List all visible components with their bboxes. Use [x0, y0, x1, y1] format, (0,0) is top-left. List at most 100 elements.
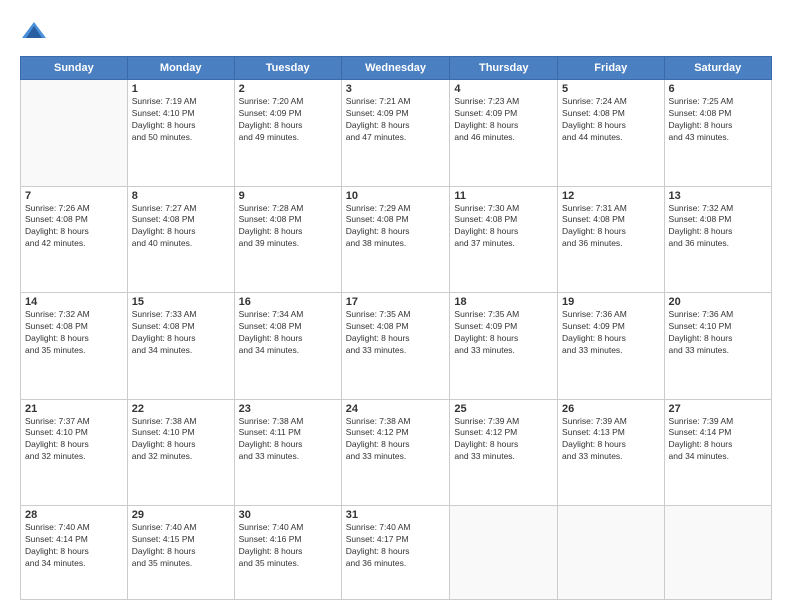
- day-info: Sunrise: 7:23 AM Sunset: 4:09 PM Dayligh…: [454, 96, 553, 144]
- calendar-cell: [664, 506, 771, 600]
- day-number: 6: [669, 83, 767, 95]
- day-info: Sunrise: 7:24 AM Sunset: 4:08 PM Dayligh…: [562, 96, 659, 144]
- day-number: 27: [669, 403, 767, 415]
- day-number: 14: [25, 296, 123, 308]
- calendar-cell: 29Sunrise: 7:40 AM Sunset: 4:15 PM Dayli…: [127, 506, 234, 600]
- day-info: Sunrise: 7:32 AM Sunset: 4:08 PM Dayligh…: [669, 203, 767, 251]
- day-info: Sunrise: 7:33 AM Sunset: 4:08 PM Dayligh…: [132, 309, 230, 357]
- day-info: Sunrise: 7:29 AM Sunset: 4:08 PM Dayligh…: [346, 203, 446, 251]
- calendar-week-row: 28Sunrise: 7:40 AM Sunset: 4:14 PM Dayli…: [21, 506, 772, 600]
- day-info: Sunrise: 7:31 AM Sunset: 4:08 PM Dayligh…: [562, 203, 659, 251]
- header-tuesday: Tuesday: [234, 57, 341, 80]
- calendar-week-row: 21Sunrise: 7:37 AM Sunset: 4:10 PM Dayli…: [21, 399, 772, 506]
- day-number: 20: [669, 296, 767, 308]
- calendar-cell: 18Sunrise: 7:35 AM Sunset: 4:09 PM Dayli…: [450, 293, 558, 400]
- weekday-header-row: Sunday Monday Tuesday Wednesday Thursday…: [21, 57, 772, 80]
- calendar-cell: 5Sunrise: 7:24 AM Sunset: 4:08 PM Daylig…: [558, 80, 664, 187]
- calendar-cell: 25Sunrise: 7:39 AM Sunset: 4:12 PM Dayli…: [450, 399, 558, 506]
- logo-icon: [20, 18, 48, 46]
- calendar-cell: 4Sunrise: 7:23 AM Sunset: 4:09 PM Daylig…: [450, 80, 558, 187]
- day-info: Sunrise: 7:40 AM Sunset: 4:15 PM Dayligh…: [132, 522, 230, 570]
- day-number: 16: [239, 296, 337, 308]
- calendar-cell: 28Sunrise: 7:40 AM Sunset: 4:14 PM Dayli…: [21, 506, 128, 600]
- calendar-cell: 31Sunrise: 7:40 AM Sunset: 4:17 PM Dayli…: [341, 506, 450, 600]
- header-wednesday: Wednesday: [341, 57, 450, 80]
- calendar-cell: 17Sunrise: 7:35 AM Sunset: 4:08 PM Dayli…: [341, 293, 450, 400]
- calendar-week-row: 7Sunrise: 7:26 AM Sunset: 4:08 PM Daylig…: [21, 186, 772, 293]
- day-number: 30: [239, 509, 337, 521]
- calendar-cell: [558, 506, 664, 600]
- day-info: Sunrise: 7:36 AM Sunset: 4:10 PM Dayligh…: [669, 309, 767, 357]
- calendar-cell: 2Sunrise: 7:20 AM Sunset: 4:09 PM Daylig…: [234, 80, 341, 187]
- day-info: Sunrise: 7:26 AM Sunset: 4:08 PM Dayligh…: [25, 203, 123, 251]
- day-info: Sunrise: 7:40 AM Sunset: 4:14 PM Dayligh…: [25, 522, 123, 570]
- calendar-cell: 13Sunrise: 7:32 AM Sunset: 4:08 PM Dayli…: [664, 186, 771, 293]
- calendar-cell: 20Sunrise: 7:36 AM Sunset: 4:10 PM Dayli…: [664, 293, 771, 400]
- day-number: 7: [25, 190, 123, 202]
- calendar-cell: 23Sunrise: 7:38 AM Sunset: 4:11 PM Dayli…: [234, 399, 341, 506]
- day-info: Sunrise: 7:40 AM Sunset: 4:16 PM Dayligh…: [239, 522, 337, 570]
- day-number: 11: [454, 190, 553, 202]
- day-number: 17: [346, 296, 446, 308]
- calendar-cell: 10Sunrise: 7:29 AM Sunset: 4:08 PM Dayli…: [341, 186, 450, 293]
- day-number: 22: [132, 403, 230, 415]
- calendar-cell: 14Sunrise: 7:32 AM Sunset: 4:08 PM Dayli…: [21, 293, 128, 400]
- header-thursday: Thursday: [450, 57, 558, 80]
- day-info: Sunrise: 7:38 AM Sunset: 4:11 PM Dayligh…: [239, 416, 337, 464]
- calendar-cell: 26Sunrise: 7:39 AM Sunset: 4:13 PM Dayli…: [558, 399, 664, 506]
- day-number: 9: [239, 190, 337, 202]
- day-info: Sunrise: 7:39 AM Sunset: 4:14 PM Dayligh…: [669, 416, 767, 464]
- calendar-cell: 12Sunrise: 7:31 AM Sunset: 4:08 PM Dayli…: [558, 186, 664, 293]
- day-number: 4: [454, 83, 553, 95]
- calendar-cell: 27Sunrise: 7:39 AM Sunset: 4:14 PM Dayli…: [664, 399, 771, 506]
- calendar-cell: 7Sunrise: 7:26 AM Sunset: 4:08 PM Daylig…: [21, 186, 128, 293]
- day-info: Sunrise: 7:38 AM Sunset: 4:12 PM Dayligh…: [346, 416, 446, 464]
- day-info: Sunrise: 7:35 AM Sunset: 4:09 PM Dayligh…: [454, 309, 553, 357]
- calendar-cell: 11Sunrise: 7:30 AM Sunset: 4:08 PM Dayli…: [450, 186, 558, 293]
- day-info: Sunrise: 7:38 AM Sunset: 4:10 PM Dayligh…: [132, 416, 230, 464]
- day-number: 21: [25, 403, 123, 415]
- calendar-cell: 22Sunrise: 7:38 AM Sunset: 4:10 PM Dayli…: [127, 399, 234, 506]
- day-number: 24: [346, 403, 446, 415]
- day-info: Sunrise: 7:39 AM Sunset: 4:12 PM Dayligh…: [454, 416, 553, 464]
- calendar-cell: 24Sunrise: 7:38 AM Sunset: 4:12 PM Dayli…: [341, 399, 450, 506]
- day-number: 5: [562, 83, 659, 95]
- calendar-cell: 15Sunrise: 7:33 AM Sunset: 4:08 PM Dayli…: [127, 293, 234, 400]
- calendar-cell: 6Sunrise: 7:25 AM Sunset: 4:08 PM Daylig…: [664, 80, 771, 187]
- day-number: 2: [239, 83, 337, 95]
- day-number: 10: [346, 190, 446, 202]
- calendar: Sunday Monday Tuesday Wednesday Thursday…: [20, 56, 772, 600]
- header: [20, 18, 772, 46]
- day-info: Sunrise: 7:40 AM Sunset: 4:17 PM Dayligh…: [346, 522, 446, 570]
- day-number: 1: [132, 83, 230, 95]
- day-number: 23: [239, 403, 337, 415]
- day-number: 12: [562, 190, 659, 202]
- header-saturday: Saturday: [664, 57, 771, 80]
- day-number: 13: [669, 190, 767, 202]
- calendar-cell: 9Sunrise: 7:28 AM Sunset: 4:08 PM Daylig…: [234, 186, 341, 293]
- day-info: Sunrise: 7:20 AM Sunset: 4:09 PM Dayligh…: [239, 96, 337, 144]
- calendar-cell: 16Sunrise: 7:34 AM Sunset: 4:08 PM Dayli…: [234, 293, 341, 400]
- calendar-cell: [21, 80, 128, 187]
- day-info: Sunrise: 7:32 AM Sunset: 4:08 PM Dayligh…: [25, 309, 123, 357]
- header-sunday: Sunday: [21, 57, 128, 80]
- calendar-cell: 21Sunrise: 7:37 AM Sunset: 4:10 PM Dayli…: [21, 399, 128, 506]
- logo: [20, 18, 52, 46]
- day-number: 28: [25, 509, 123, 521]
- calendar-cell: [450, 506, 558, 600]
- day-info: Sunrise: 7:37 AM Sunset: 4:10 PM Dayligh…: [25, 416, 123, 464]
- day-info: Sunrise: 7:19 AM Sunset: 4:10 PM Dayligh…: [132, 96, 230, 144]
- header-monday: Monday: [127, 57, 234, 80]
- day-number: 18: [454, 296, 553, 308]
- day-info: Sunrise: 7:39 AM Sunset: 4:13 PM Dayligh…: [562, 416, 659, 464]
- calendar-cell: 30Sunrise: 7:40 AM Sunset: 4:16 PM Dayli…: [234, 506, 341, 600]
- day-info: Sunrise: 7:21 AM Sunset: 4:09 PM Dayligh…: [346, 96, 446, 144]
- header-friday: Friday: [558, 57, 664, 80]
- day-number: 8: [132, 190, 230, 202]
- calendar-cell: 1Sunrise: 7:19 AM Sunset: 4:10 PM Daylig…: [127, 80, 234, 187]
- day-number: 29: [132, 509, 230, 521]
- day-info: Sunrise: 7:35 AM Sunset: 4:08 PM Dayligh…: [346, 309, 446, 357]
- calendar-week-row: 1Sunrise: 7:19 AM Sunset: 4:10 PM Daylig…: [21, 80, 772, 187]
- day-number: 31: [346, 509, 446, 521]
- day-info: Sunrise: 7:28 AM Sunset: 4:08 PM Dayligh…: [239, 203, 337, 251]
